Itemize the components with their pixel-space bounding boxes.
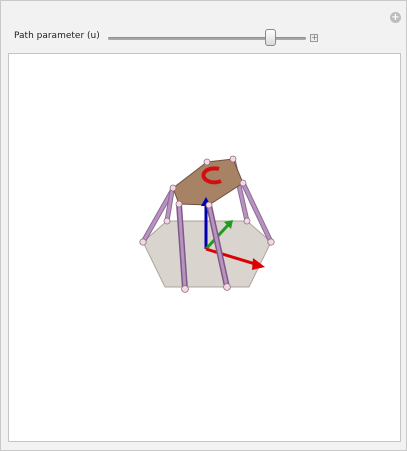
path-parameter-slider-thumb[interactable] xyxy=(265,29,276,46)
plus-square-icon[interactable]: + xyxy=(310,34,318,42)
3d-graphics-viewport[interactable] xyxy=(8,53,401,442)
manipulate-panel: + Path parameter (u) + xyxy=(0,0,407,451)
slider-label: Path parameter (u) xyxy=(14,31,100,41)
path-parameter-slider-track[interactable] xyxy=(108,37,306,40)
plus-circle-icon[interactable]: + xyxy=(390,12,401,23)
hexapod-scene xyxy=(139,155,275,293)
